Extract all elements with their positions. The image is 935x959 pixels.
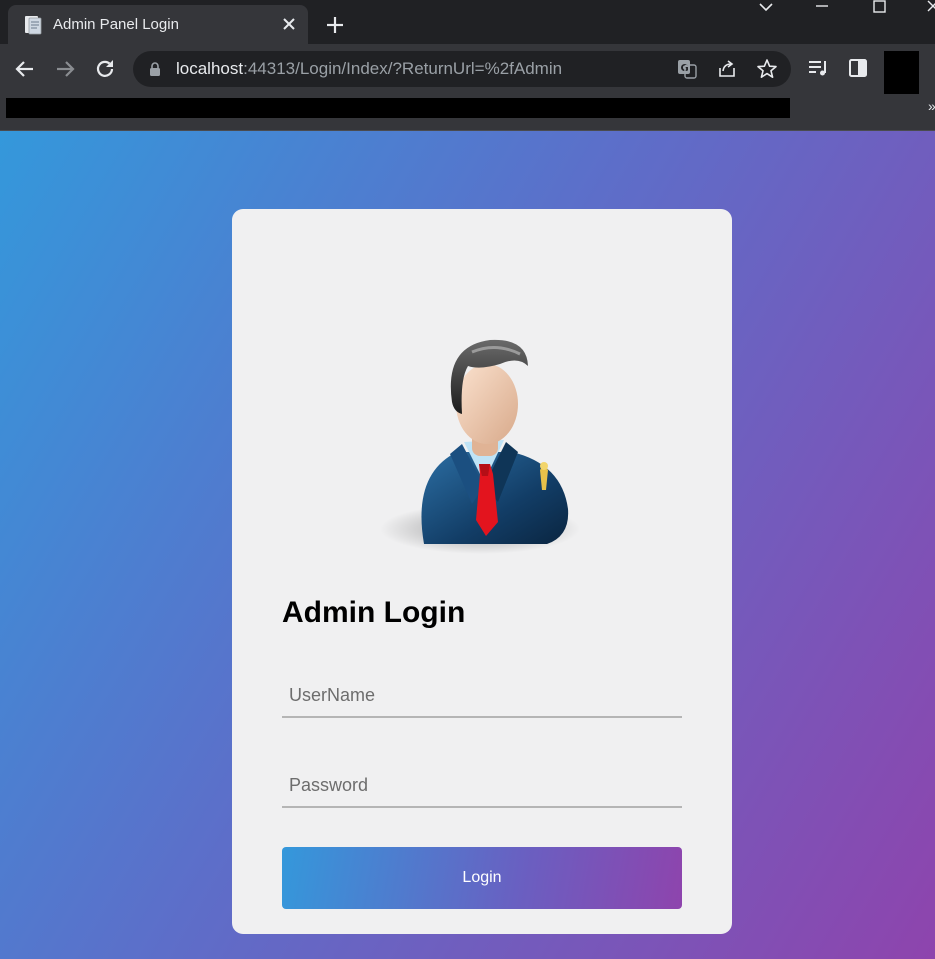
tab-search-chevron-icon[interactable] bbox=[754, 0, 778, 16]
page-viewport: Admin Login Login bbox=[0, 131, 935, 959]
login-card: Admin Login Login bbox=[232, 209, 732, 934]
reload-icon[interactable] bbox=[92, 56, 118, 82]
minimize-icon[interactable] bbox=[810, 0, 834, 16]
document-icon bbox=[25, 16, 42, 35]
address-bar[interactable]: localhost:44313/Login/Index/?ReturnUrl=%… bbox=[133, 51, 791, 87]
maximize-icon[interactable] bbox=[867, 0, 891, 16]
media-playlist-icon[interactable] bbox=[806, 56, 830, 80]
url-text[interactable]: localhost:44313/Login/Index/?ReturnUrl=%… bbox=[176, 59, 562, 79]
bookmarks-redacted bbox=[6, 98, 790, 118]
password-input[interactable] bbox=[282, 764, 682, 808]
url-path: :44313/Login/Index/?ReturnUrl=%2fAdmin bbox=[243, 59, 563, 78]
browser-toolbar: localhost:44313/Login/Index/?ReturnUrl=%… bbox=[0, 44, 935, 97]
forward-arrow-icon[interactable] bbox=[52, 56, 78, 82]
side-panel-icon[interactable] bbox=[846, 56, 870, 80]
new-tab-icon[interactable] bbox=[320, 10, 350, 40]
star-icon[interactable] bbox=[756, 58, 778, 80]
lock-icon[interactable] bbox=[147, 61, 163, 77]
tab-strip: Admin Panel Login bbox=[0, 0, 935, 44]
login-button[interactable]: Login bbox=[282, 847, 682, 909]
close-icon[interactable] bbox=[278, 13, 300, 35]
window-close-icon[interactable] bbox=[922, 0, 935, 16]
share-icon[interactable] bbox=[716, 58, 738, 80]
url-host: localhost bbox=[176, 59, 244, 78]
profile-avatar-redacted[interactable] bbox=[884, 51, 919, 97]
bookmarks-overflow-icon[interactable]: » bbox=[928, 98, 935, 114]
username-input[interactable] bbox=[282, 674, 682, 718]
back-arrow-icon[interactable] bbox=[12, 56, 38, 82]
bookmarks-bar: » bbox=[0, 94, 935, 131]
tab-title: Admin Panel Login bbox=[53, 16, 179, 33]
translate-icon[interactable]: G bbox=[676, 58, 698, 80]
admin-avatar-icon bbox=[380, 339, 580, 554]
page-title: Admin Login bbox=[282, 596, 466, 629]
browser-tab[interactable]: Admin Panel Login bbox=[8, 5, 308, 44]
